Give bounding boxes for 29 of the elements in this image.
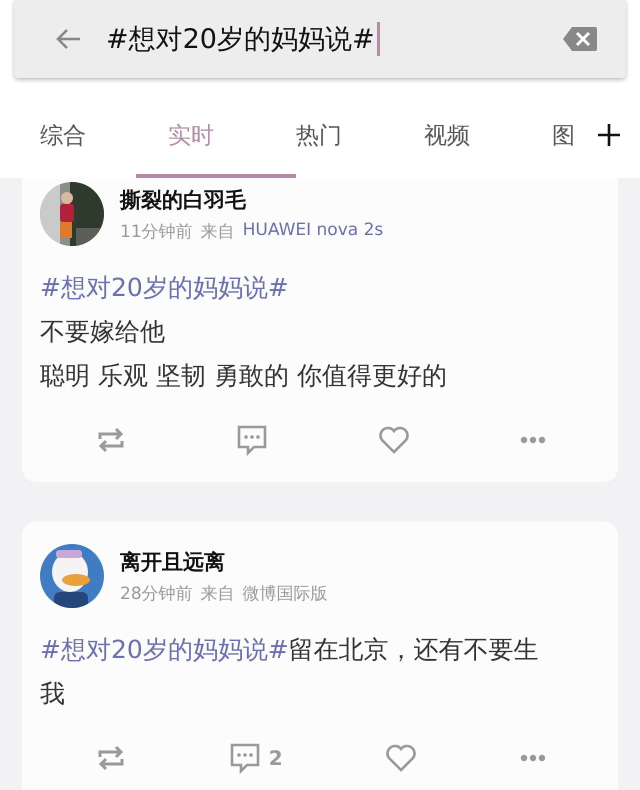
post-source[interactable]: HUAWEI nova 2s [242,220,384,242]
tab[interactable]: 视频 [424,92,552,178]
from-label: 来自 [200,220,235,242]
post-time: 11分钟前 [120,220,193,242]
post-time: 28分钟前 [120,582,193,604]
author-name[interactable]: 离开且远离 [120,548,328,576]
tab[interactable]: 图 [552,92,598,178]
author-name[interactable]: 撕裂的白羽毛 [120,186,384,214]
more-icon[interactable] [520,754,546,762]
repost-icon[interactable] [96,426,126,454]
back-arrow-icon[interactable] [54,27,82,51]
comment-icon[interactable] [228,742,261,774]
post-text: 不要嫁给他 [40,316,166,348]
post-text: 聪明 乐观 坚韧 勇敢的 你值得更好的 [40,360,448,392]
post-source: 微博国际版 [242,582,328,604]
plus-icon[interactable] [598,124,620,146]
clear-icon[interactable] [562,26,598,52]
heart-icon[interactable] [385,744,418,772]
tab[interactable]: 热门 [296,92,424,178]
post-text: #想对20岁的妈妈说#留在北京，还有不要生我 [40,634,540,710]
topic-link[interactable]: #想对20岁的妈妈说# [40,273,289,302]
text-cursor [376,22,380,56]
repost-icon[interactable] [96,744,126,772]
comment-icon[interactable] [236,424,268,456]
comment-count: 2 [268,746,283,770]
topic-link[interactable]: #想对20岁的妈妈说# [40,635,289,664]
heart-icon[interactable] [378,426,410,454]
more-icon[interactable] [520,436,546,444]
from-label: 来自 [200,582,235,604]
